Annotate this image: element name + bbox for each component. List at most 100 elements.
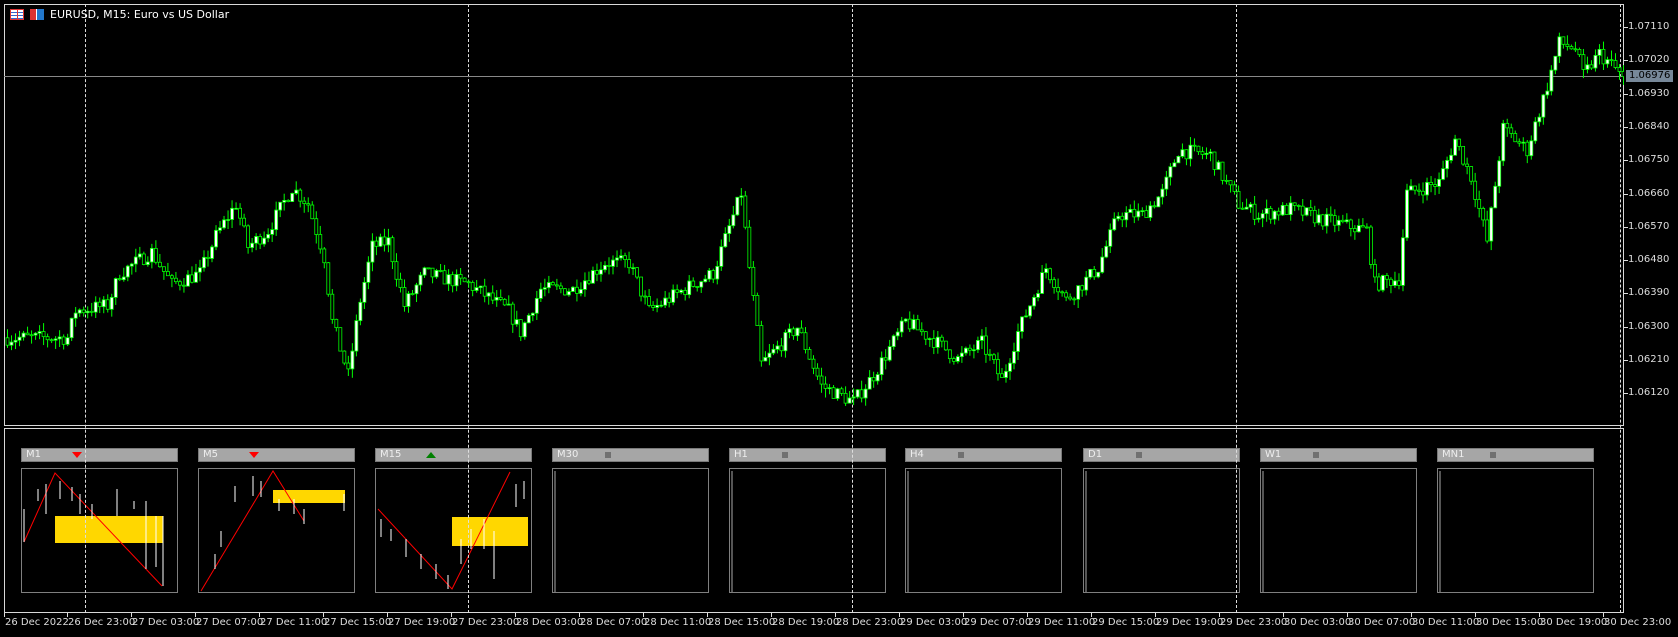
- candle: [1016, 323, 1020, 360]
- candle: [1060, 290, 1065, 297]
- candle: [1116, 212, 1121, 222]
- candle: [1176, 155, 1181, 164]
- candle: [879, 351, 884, 381]
- mini-chart: [729, 468, 886, 593]
- panel-header[interactable]: H1: [729, 448, 886, 462]
- candle: [1000, 368, 1004, 378]
- panel-header[interactable]: M5: [198, 448, 355, 462]
- candle: [807, 346, 812, 360]
- candle: [976, 336, 980, 353]
- candle: [133, 248, 138, 273]
- candle: [739, 188, 744, 206]
- time-label: 27 Dec 15:00: [324, 617, 392, 628]
- candle: [1441, 160, 1445, 181]
- candle: [25, 326, 30, 336]
- candle: [851, 388, 856, 406]
- time-label: 30 Dec 23:00: [1604, 617, 1672, 628]
- candle: [747, 220, 752, 270]
- candle: [1216, 160, 1221, 170]
- candle: [270, 222, 275, 243]
- timeframe-label: MN1: [1442, 449, 1465, 460]
- symbol-description: EURUSD, M15: Euro vs US Dollar: [50, 8, 230, 21]
- neutral-square-icon: [1313, 452, 1319, 458]
- candle: [731, 205, 736, 229]
- candle: [226, 210, 230, 230]
- time-label: 28 Dec 11:00: [644, 617, 712, 628]
- timeframe-panel-w1: W1: [1260, 448, 1417, 593]
- candle: [1040, 265, 1044, 294]
- candle: [591, 266, 595, 284]
- panel-header[interactable]: M1: [21, 448, 178, 462]
- candle: [534, 290, 539, 320]
- candle: [402, 279, 407, 312]
- candle: [426, 267, 431, 270]
- panel-header[interactable]: M30: [552, 448, 709, 462]
- candle: [839, 386, 844, 396]
- panel-header[interactable]: D1: [1083, 448, 1240, 462]
- candle: [795, 327, 800, 341]
- mini-chart: [1083, 468, 1240, 593]
- candle: [667, 292, 672, 308]
- candle: [474, 280, 479, 293]
- candle: [1417, 183, 1421, 196]
- candle: [406, 291, 411, 313]
- candle: [1124, 206, 1129, 228]
- candle: [1617, 64, 1622, 80]
- time-label: 27 Dec 03:00: [132, 617, 200, 628]
- candle: [1276, 207, 1281, 221]
- candle: [302, 196, 307, 213]
- candle: [1104, 240, 1109, 259]
- panel-header[interactable]: W1: [1260, 448, 1417, 462]
- candle: [145, 256, 150, 267]
- candle: [811, 355, 816, 375]
- one-click-trading-icon[interactable]: [30, 9, 44, 20]
- candle: [81, 306, 86, 317]
- chart-grid-icon[interactable]: [10, 9, 24, 20]
- candle: [1425, 177, 1429, 201]
- candle: [1184, 149, 1189, 166]
- candle: [422, 266, 427, 278]
- candle: [1429, 176, 1433, 193]
- candle: [438, 263, 443, 273]
- candle: [378, 233, 383, 248]
- candle: [1204, 147, 1209, 160]
- candle: [1348, 218, 1353, 237]
- candle: [1577, 47, 1582, 58]
- candle: [390, 235, 395, 270]
- candle: [1397, 273, 1401, 290]
- panel-header[interactable]: H4: [905, 448, 1062, 462]
- candle: [1268, 205, 1273, 224]
- candle: [643, 290, 647, 305]
- candle: [113, 277, 118, 305]
- candle: [687, 275, 692, 299]
- candle: [141, 251, 146, 266]
- candle: [1304, 207, 1309, 217]
- time-label: 27 Dec 11:00: [260, 617, 328, 628]
- candle: [1012, 342, 1016, 370]
- candle: [342, 350, 347, 366]
- candle: [498, 289, 503, 302]
- candle: [663, 290, 668, 308]
- candle: [1597, 44, 1602, 65]
- panel-header[interactable]: M15: [375, 448, 532, 462]
- panel-header[interactable]: MN1: [1437, 448, 1594, 462]
- candle: [182, 278, 186, 293]
- candle: [1140, 207, 1145, 217]
- candle: [1052, 277, 1057, 294]
- candle: [587, 271, 591, 286]
- time-label: 30 Dec 03:00: [1284, 617, 1352, 628]
- candle: [984, 327, 988, 363]
- time-label: 28 Dec 23:00: [836, 617, 904, 628]
- candle: [117, 274, 122, 282]
- candle: [1096, 271, 1101, 279]
- candle: [1028, 305, 1032, 319]
- candle: [1200, 146, 1205, 160]
- candle: [1369, 224, 1373, 269]
- down-arrow-icon: [249, 452, 259, 458]
- candle: [17, 330, 22, 347]
- candle: [1212, 151, 1217, 176]
- candle: [1413, 185, 1417, 195]
- candle: [867, 370, 872, 390]
- candle: [599, 261, 603, 282]
- candle: [799, 320, 804, 334]
